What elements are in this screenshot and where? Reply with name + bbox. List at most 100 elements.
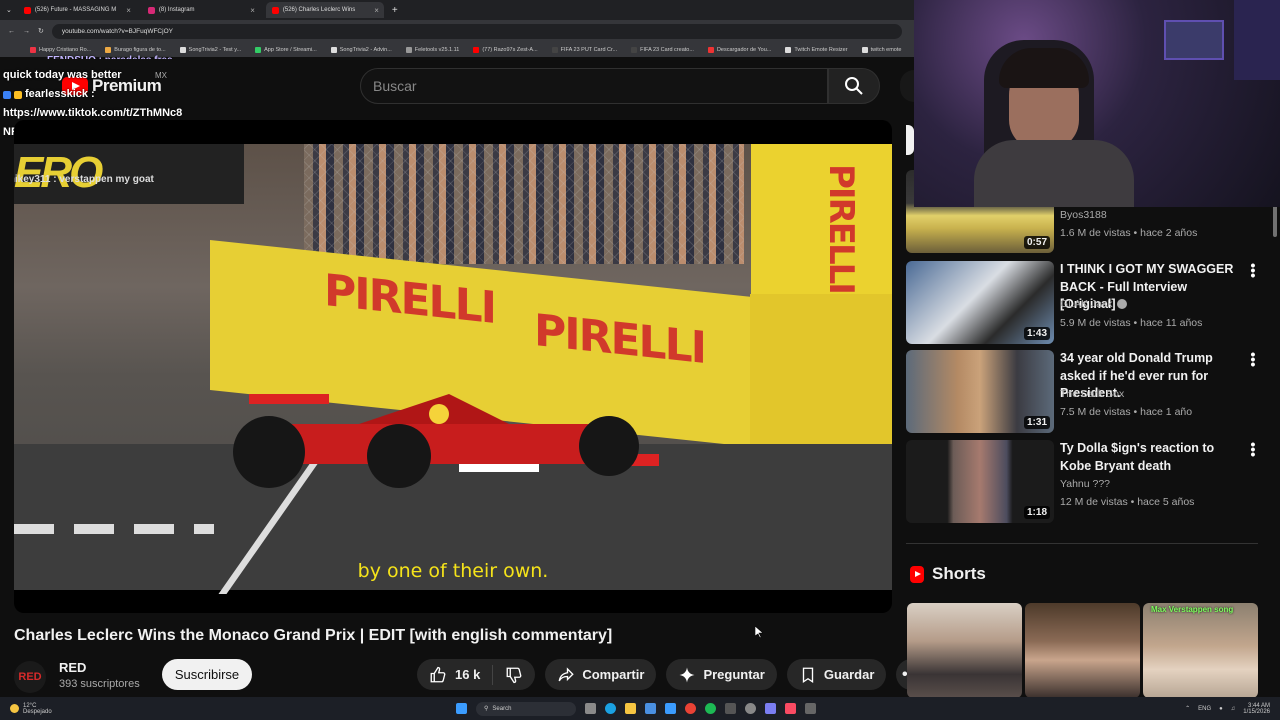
music-icon[interactable]: [785, 703, 796, 714]
streamer-body: [974, 140, 1134, 207]
close-tab-icon[interactable]: ×: [374, 6, 379, 15]
bookmark-item[interactable]: FIFA 23 Card creato...: [631, 46, 694, 53]
subscribe-button[interactable]: Suscribirse: [162, 659, 252, 690]
bookmark-item[interactable]: Descargador de You...: [707, 46, 771, 53]
tab-future[interactable]: (526) Future - MASSAGING M ×: [18, 2, 136, 18]
bookmark-icon: [473, 46, 480, 53]
tab-instagram[interactable]: (8) Instagram ×: [142, 2, 260, 18]
share-icon: [558, 666, 575, 681]
chat-username: fearlesskick :: [25, 88, 95, 100]
rec-channel: Yahnu ???: [1060, 478, 1111, 490]
close-tab-icon[interactable]: ×: [250, 6, 255, 15]
track-markings: [14, 524, 214, 534]
voice-search-button[interactable]: [900, 70, 914, 102]
short-card[interactable]: [1025, 603, 1140, 698]
task-view-icon[interactable]: [585, 703, 596, 714]
rec-channel: The Dark Box: [1060, 388, 1125, 400]
spotify-icon[interactable]: [705, 703, 716, 714]
mouse-cursor-icon: [755, 626, 763, 638]
taskbar-search[interactable]: ⚲ Search: [476, 701, 576, 716]
more-vert-icon[interactable]: • • •: [1248, 347, 1258, 371]
tab-charles-leclerc[interactable]: (526) Charles Leclerc Wins ×: [265, 2, 384, 18]
share-button[interactable]: Compartir: [545, 659, 657, 690]
rec-duration: 0:57: [1023, 236, 1050, 249]
bookmark-item[interactable]: Feletools v25.1.11: [405, 46, 459, 53]
webcam-overlay: [914, 0, 1280, 207]
new-tab-icon[interactable]: +: [392, 5, 398, 16]
clock[interactable]: 3:44 AM 1/15/2026: [1243, 703, 1270, 715]
clock-date: 1/15/2026: [1243, 708, 1270, 715]
weather-widget[interactable]: 12°C Despejado: [10, 703, 52, 715]
steam-icon[interactable]: [745, 703, 756, 714]
dislike-button[interactable]: [493, 665, 535, 685]
windows-start-icon[interactable]: [456, 703, 467, 714]
bookmark-icon: [330, 46, 337, 53]
chrome-icon[interactable]: [685, 703, 696, 714]
tab-title: (526) Future - MASSAGING M: [34, 7, 117, 13]
recommendation-card[interactable]: 1:31 34 year old Donald Trump asked if h…: [906, 347, 1280, 434]
more-vert-icon[interactable]: • • •: [1248, 437, 1258, 461]
weather-icon: [10, 704, 19, 713]
video-player[interactable]: ERO PIRELLI PIRELLI PIRELLI by one of th…: [14, 120, 892, 613]
rec-thumbnail: 1:31: [906, 350, 1054, 433]
chip[interactable]: [906, 125, 914, 155]
recommendation-card[interactable]: 1:18 Ty Dolla $ign's reaction to Kobe Br…: [906, 437, 1280, 524]
mail-icon[interactable]: [665, 703, 676, 714]
like-button[interactable]: 16 k: [417, 664, 494, 685]
tray-chevron-icon[interactable]: ⌃: [1185, 705, 1190, 712]
banner-left-text: ERO: [14, 148, 103, 197]
rec-channel: GLAK Jack: [1060, 298, 1113, 310]
reload-icon[interactable]: ↻: [38, 27, 44, 35]
search-icon: [845, 77, 863, 95]
bookmark-item[interactable]: (77) Razo97s Zest-A...: [473, 46, 538, 53]
search-input[interactable]: Buscar: [360, 68, 828, 104]
file-explorer-icon[interactable]: [625, 703, 636, 714]
app-icon[interactable]: [805, 703, 816, 714]
pirelli-text: PIRELLI: [821, 164, 861, 293]
search-button[interactable]: [828, 68, 880, 104]
shorts-heading: Shorts: [910, 564, 986, 584]
forward-icon[interactable]: →: [23, 28, 30, 35]
sidebar-scrollbar[interactable]: [1273, 205, 1277, 237]
video-title: Charles Leclerc Wins the Monaco Grand Pr…: [14, 627, 613, 644]
ask-button[interactable]: Preguntar: [666, 659, 777, 690]
bookmark-icon: [802, 667, 814, 683]
save-button[interactable]: Guardar: [786, 659, 887, 690]
volume-icon[interactable]: ♫: [1231, 706, 1236, 712]
bookmark-item[interactable]: FIFA 23 PUT Card Cr...: [551, 46, 617, 53]
share-label: Compartir: [582, 667, 645, 682]
rec-title: Ty Dolla $ign's reaction to Kobe Bryant …: [1060, 441, 1215, 473]
clock-time: 3:44 AM: [1247, 702, 1270, 709]
video-subtitle: by one of their own.: [357, 560, 549, 582]
bookmark-item[interactable]: SongTrivia2 - Advin...: [330, 46, 392, 53]
store-icon[interactable]: [645, 703, 656, 714]
discord-icon[interactable]: [765, 703, 776, 714]
rec-channel-row: GLAK Jack: [1060, 298, 1127, 310]
bookmark-item[interactable]: SongTrivia2 - Test y...: [179, 46, 241, 53]
bookmark-item[interactable]: App Store / Streami...: [255, 46, 317, 53]
browser-tab-bar: ⌄ (526) Future - MASSAGING M × (8) Insta…: [0, 0, 914, 20]
chat-line: quick today was better: [3, 69, 122, 81]
save-label: Guardar: [823, 667, 875, 682]
pirelli-banner-right: PIRELLI: [751, 144, 892, 314]
edge-icon[interactable]: [605, 703, 616, 714]
thumbs-down-icon: [506, 667, 522, 683]
short-card[interactable]: Max Verstappen song: [1143, 603, 1258, 698]
chat-badge-icon: [3, 90, 11, 99]
bookmark-icon: [861, 46, 868, 53]
close-tab-icon[interactable]: ×: [126, 6, 131, 15]
language-indicator[interactable]: ENG: [1198, 706, 1211, 712]
url-field[interactable]: youtube.com/watch?v=BJFuqWFCjOY: [51, 23, 902, 39]
recommendation-card[interactable]: 1:43 I THINK I GOT MY SWAGGER BACK - Ful…: [906, 258, 1280, 345]
bookmark-label: twitch emote: [870, 46, 902, 53]
bookmark-item[interactable]: Twitch Emote Resizer: [785, 46, 848, 53]
app-icon[interactable]: [725, 703, 736, 714]
back-icon[interactable]: ←: [8, 28, 15, 35]
bookmark-item[interactable]: twitch emote: [861, 46, 902, 53]
channel-avatar[interactable]: RED: [14, 661, 46, 693]
wifi-icon[interactable]: ●: [1219, 706, 1223, 712]
channel-name[interactable]: RED: [59, 660, 86, 675]
tab-list-icon[interactable]: ⌄: [6, 6, 12, 14]
short-card[interactable]: [907, 603, 1022, 698]
more-vert-icon[interactable]: • • •: [1248, 258, 1258, 282]
